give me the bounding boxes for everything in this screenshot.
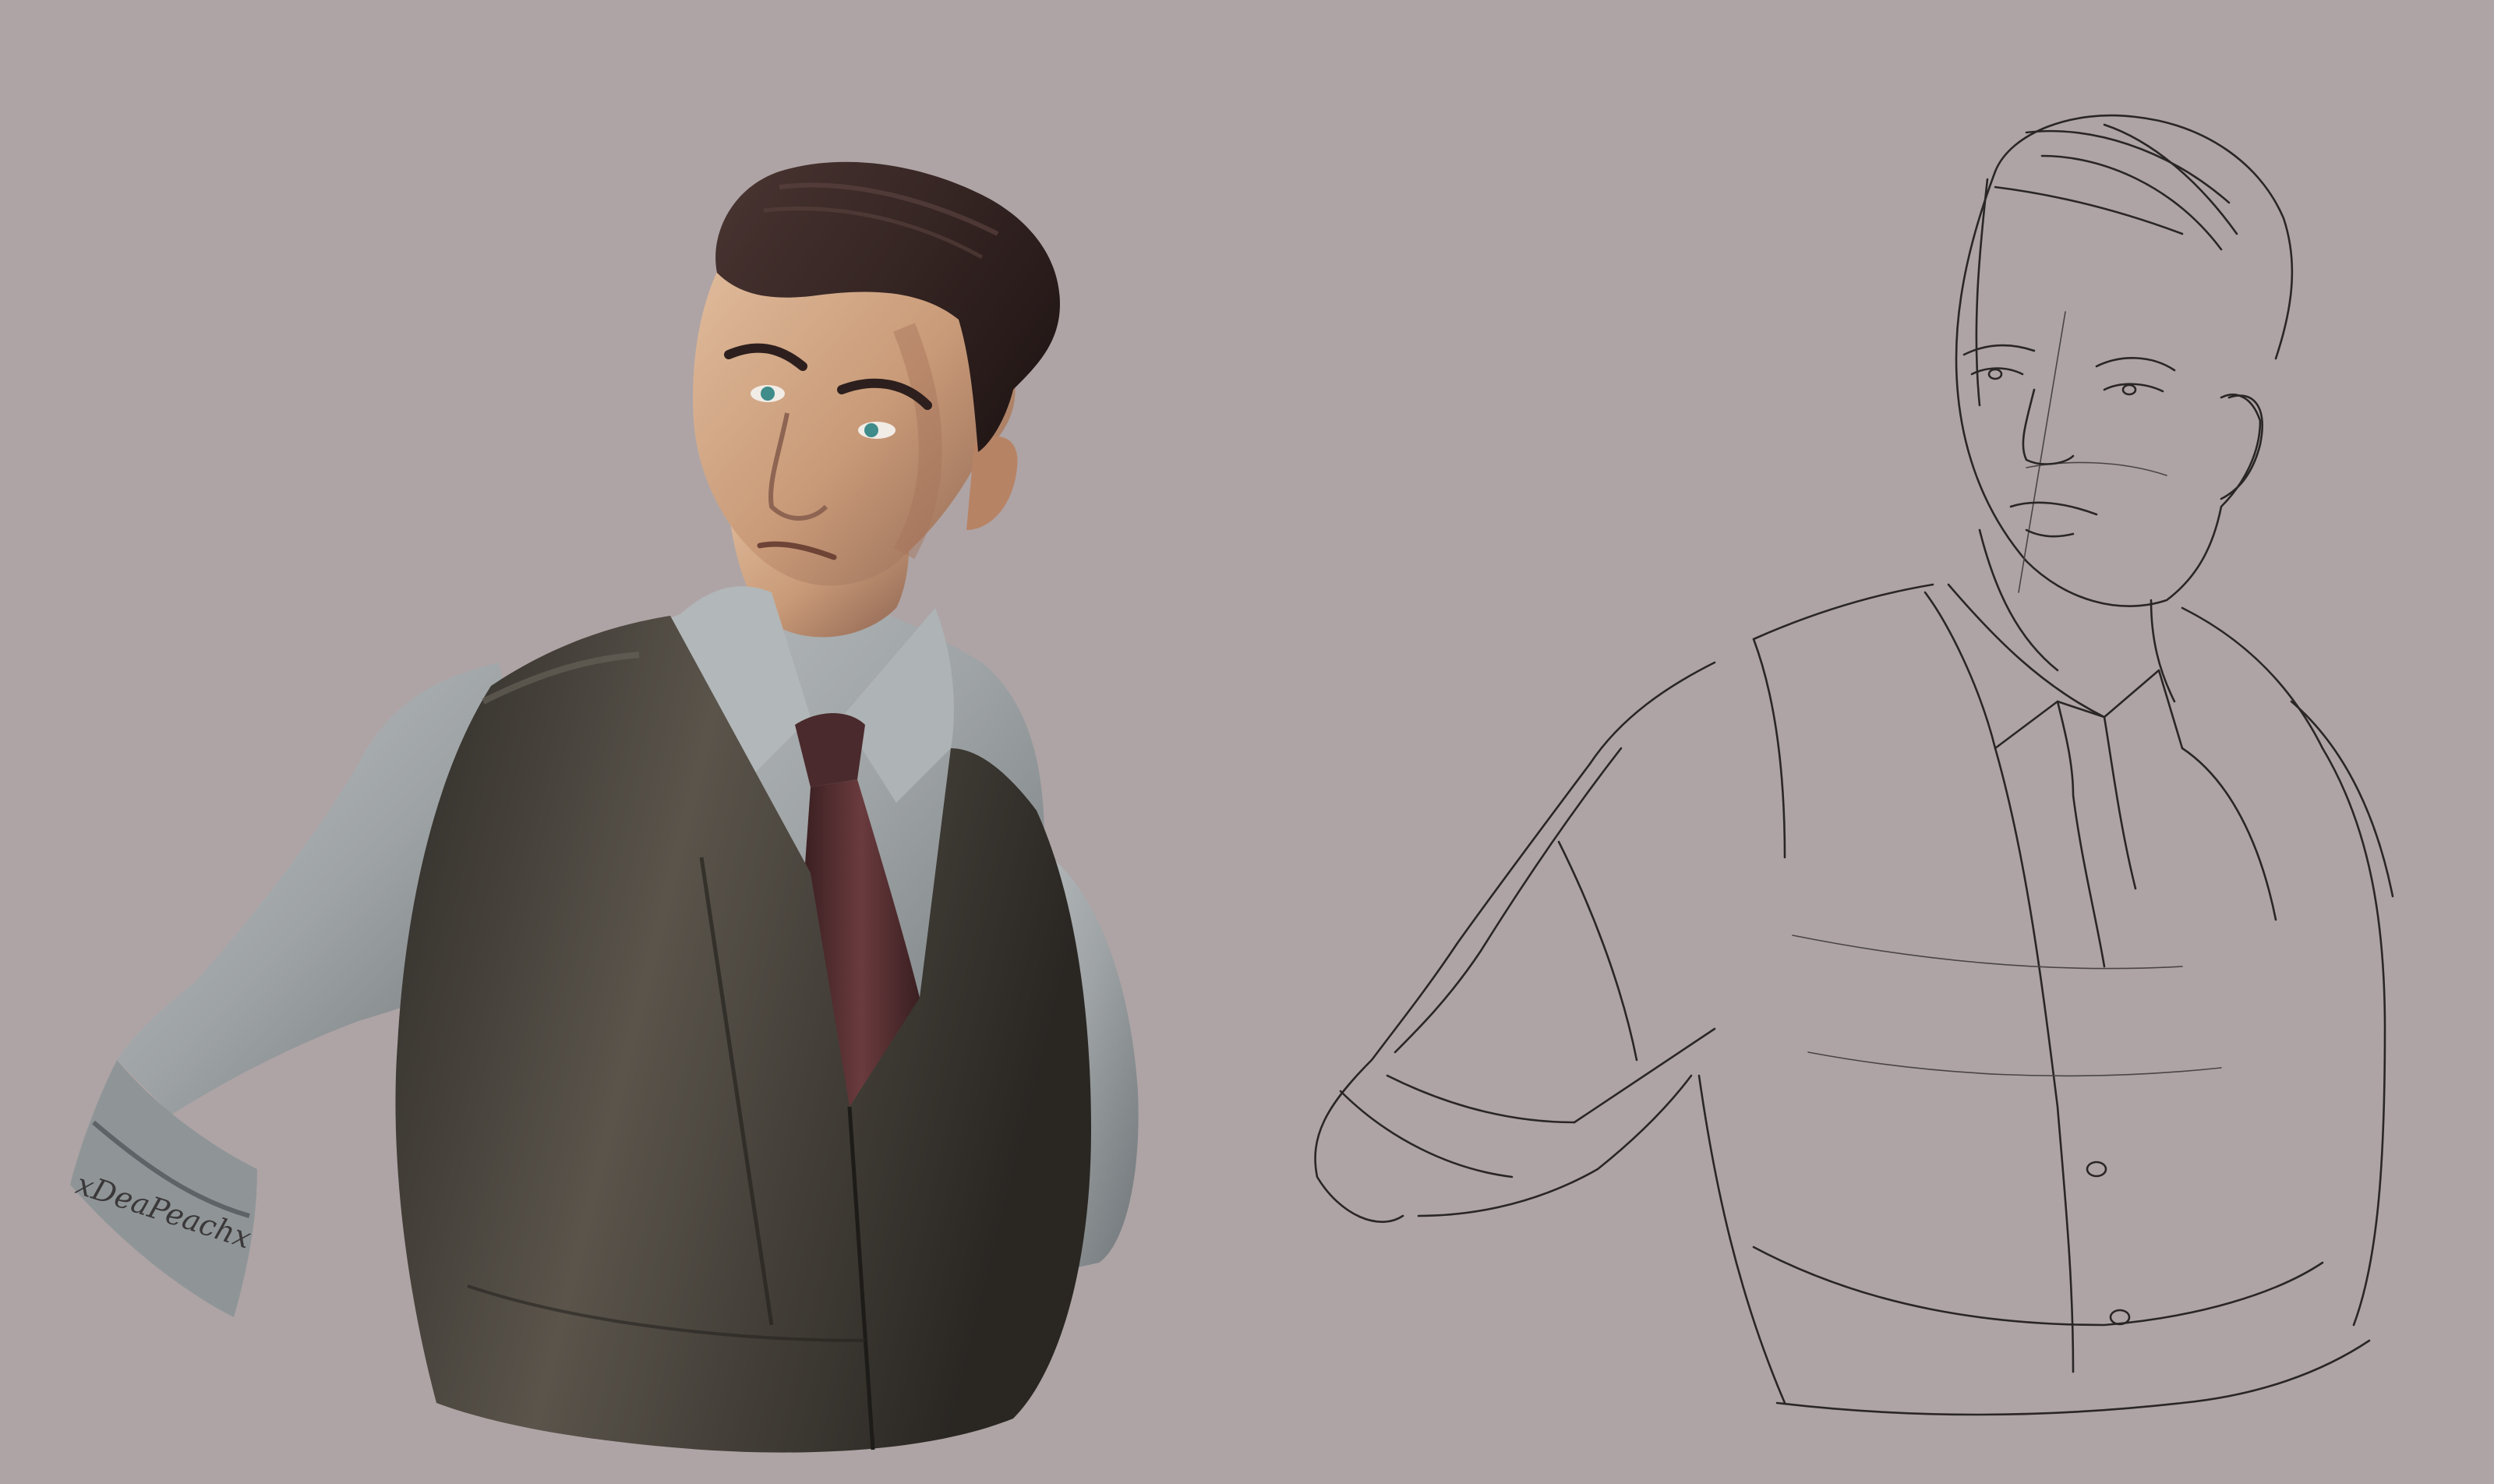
sketch-tie [2056, 700, 2106, 968]
sketch-arm [1314, 762, 1591, 1223]
sketch-shoulders [1752, 583, 2324, 750]
sketch-right-brow [2095, 357, 2176, 372]
sketch-hair [1994, 114, 2294, 360]
sketch-vest [1752, 638, 2277, 1373]
sketch-mouth [2009, 501, 2098, 516]
sketch-button-2 [2109, 1309, 2131, 1326]
sketch-button-1 [2086, 1161, 2107, 1178]
sketch-torso-bottom [1697, 1074, 1786, 1404]
sketch-nose [2022, 388, 2075, 465]
sketch-figure [1314, 114, 2394, 1416]
artwork-canvas: xDeaPeachx [0, 0, 2494, 1484]
sketch-left-brow [1962, 344, 2036, 356]
sketch-collar [1923, 591, 2184, 750]
